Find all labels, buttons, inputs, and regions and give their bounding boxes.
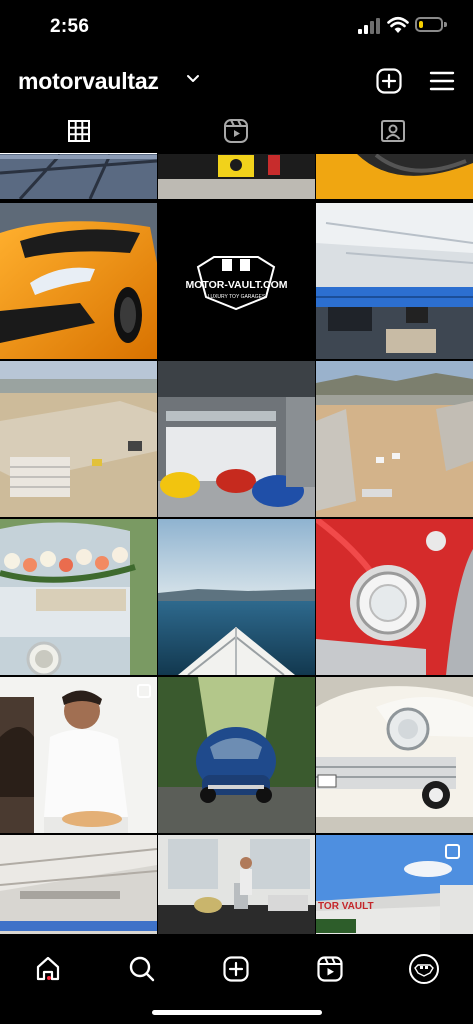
tab-reels[interactable] [157,108,314,154]
post-thumbnail[interactable] [158,361,315,517]
chevron-down-icon[interactable] [186,72,200,86]
nav-create[interactable] [211,944,261,994]
building-sign: TOR VAULT [318,901,374,912]
tab-posts-grid[interactable] [0,108,157,154]
post-thumbnail[interactable] [316,361,473,517]
post-thumbnail[interactable] [316,154,473,199]
tagged-user-icon [380,120,405,142]
search-icon [129,956,155,982]
reels-icon [223,119,248,143]
battery-icon [415,17,443,32]
nav-profile[interactable] [399,944,449,994]
logo-wordmark: MOTOR-VAULT.COM [185,279,287,291]
post-thumbnail[interactable] [0,835,157,934]
status-bar: 2:56 [0,0,473,52]
profile-avatar-icon [409,954,439,984]
battery-cap [444,22,447,27]
home-notification-dot [47,976,51,980]
post-thumbnail[interactable] [158,519,315,675]
post-thumbnail[interactable] [0,519,157,675]
post-thumbnail[interactable] [0,677,157,833]
post-thumbnail[interactable] [158,154,315,199]
reels-icon [317,956,343,982]
tab-tagged[interactable] [314,108,471,154]
post-thumbnail[interactable] [316,203,473,359]
status-time: 2:56 [50,16,90,37]
post-thumbnail[interactable] [158,677,315,833]
profile-username[interactable]: motorvaultaz [18,68,159,95]
profile-header: motorvaultaz [0,52,473,108]
post-thumbnail[interactable] [158,835,315,934]
create-post-icon [223,956,249,982]
grid-icon [67,120,90,142]
nav-home[interactable] [23,944,73,994]
post-thumbnail[interactable] [316,519,473,675]
battery-level [419,21,423,28]
wifi-icon [387,16,409,33]
cellular-signal-icon [358,18,380,34]
logo-tagline: LUXURY TOY GARAGES [208,294,266,300]
post-thumbnail[interactable] [316,677,473,833]
nav-reels[interactable] [305,944,355,994]
post-thumbnail[interactable] [0,361,157,517]
nav-search[interactable] [117,944,167,994]
profile-tabs [0,108,473,154]
new-post-plus-icon[interactable] [376,68,402,94]
home-indicator[interactable] [152,1010,322,1015]
post-thumbnail[interactable] [0,203,157,359]
hamburger-menu-icon[interactable] [429,70,455,92]
post-thumbnail[interactable]: TOR VAULT [316,835,473,934]
post-thumbnail-logo[interactable]: MOTOR-VAULT.COM LUXURY TOY GARAGES [158,203,315,359]
posts-grid: MOTOR-VAULT.COM LUXURY TOY GARAGES TOR V… [0,154,473,934]
post-thumbnail[interactable] [0,154,157,199]
